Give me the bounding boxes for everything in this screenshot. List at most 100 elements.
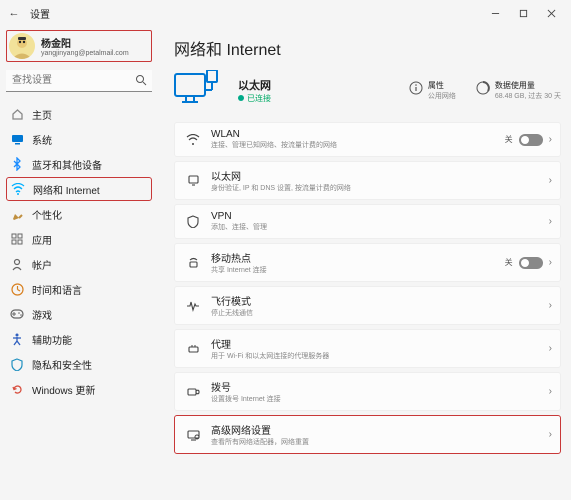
card-icon bbox=[185, 298, 201, 314]
sidebar-item-home[interactable]: 主页 bbox=[6, 102, 152, 126]
card-sub: 用于 Wi-Fi 和以太网连接的代理服务器 bbox=[211, 351, 539, 361]
user-profile[interactable]: 杨金阳 yangjinyang@petalmail.com bbox=[6, 30, 152, 62]
card-icon bbox=[185, 341, 201, 357]
system-icon bbox=[10, 132, 24, 146]
user-name: 杨金阳 bbox=[41, 35, 129, 50]
properties-link[interactable]: 属性公用网络 bbox=[409, 80, 456, 101]
nav-label: 隐私和安全性 bbox=[32, 357, 92, 372]
card-sub: 停止无线通信 bbox=[211, 308, 539, 318]
status-title: 以太网 bbox=[238, 77, 271, 93]
chevron-right-icon: › bbox=[549, 257, 552, 268]
sidebar-item-gaming[interactable]: 游戏 bbox=[6, 302, 152, 326]
connection-status: 以太网 已连接 属性公用网络 数据使用量68.48 GB, 过去 30 天 bbox=[174, 70, 561, 110]
sidebar: 杨金阳 yangjinyang@petalmail.com 主页系统蓝牙和其他设… bbox=[0, 26, 158, 500]
nav-label: 个性化 bbox=[32, 207, 62, 222]
sidebar-item-accounts[interactable]: 帐户 bbox=[6, 252, 152, 276]
nav-label: 网络和 Internet bbox=[33, 182, 100, 197]
chevron-right-icon: › bbox=[549, 429, 552, 440]
close-button[interactable] bbox=[537, 0, 565, 26]
user-email: yangjinyang@petalmail.com bbox=[41, 50, 129, 57]
nav-label: 蓝牙和其他设备 bbox=[32, 157, 102, 172]
card-title: 移动热点 bbox=[211, 250, 495, 265]
toggle-switch[interactable] bbox=[519, 257, 543, 269]
chevron-right-icon: › bbox=[549, 343, 552, 354]
nav-label: Windows 更新 bbox=[32, 382, 95, 397]
nav-label: 主页 bbox=[32, 107, 52, 122]
toggle-label: 关 bbox=[505, 257, 513, 268]
page-heading: 网络和 Internet bbox=[174, 36, 561, 60]
card-title: 拨号 bbox=[211, 379, 539, 394]
setting-card-6[interactable]: 拨号设置拨号 Internet 连接 › bbox=[174, 372, 561, 411]
sidebar-item-bluetooth[interactable]: 蓝牙和其他设备 bbox=[6, 152, 152, 176]
card-sub: 查看所有网络适配器，网络重置 bbox=[211, 437, 539, 447]
card-icon bbox=[185, 255, 201, 271]
card-sub: 连接、管理已知网络、按流量计费的网络 bbox=[211, 140, 495, 150]
card-icon bbox=[185, 214, 201, 230]
gaming-icon bbox=[10, 307, 24, 321]
sidebar-item-time[interactable]: 时间和语言 bbox=[6, 277, 152, 301]
setting-card-5[interactable]: 代理用于 Wi-Fi 和以太网连接的代理服务器› bbox=[174, 329, 561, 368]
nav-label: 辅助功能 bbox=[32, 332, 72, 347]
time-icon bbox=[10, 282, 24, 296]
setting-card-7[interactable]: 高级网络设置查看所有网络适配器，网络重置 › bbox=[174, 415, 561, 454]
window-title: 设置 bbox=[30, 6, 50, 21]
card-sub: 设置拨号 Internet 连接 bbox=[211, 394, 539, 404]
sidebar-item-update[interactable]: Windows 更新 bbox=[6, 377, 152, 401]
chevron-right-icon: › bbox=[549, 386, 552, 397]
card-title: 飞行模式 bbox=[211, 293, 539, 308]
info-icon bbox=[409, 81, 423, 95]
setting-card-1[interactable]: 以太网身份验证, IP 和 DNS 设置, 按流量计费的网络 › bbox=[174, 161, 561, 200]
avatar bbox=[9, 33, 35, 59]
card-title: 高级网络设置 bbox=[211, 422, 539, 437]
accessibility-icon bbox=[10, 332, 24, 346]
setting-card-0[interactable]: WLAN连接、管理已知网络、按流量计费的网络关 › bbox=[174, 122, 561, 157]
maximize-button[interactable] bbox=[509, 0, 537, 26]
search-input[interactable] bbox=[6, 70, 152, 92]
chevron-right-icon: › bbox=[549, 175, 552, 186]
sidebar-item-system[interactable]: 系统 bbox=[6, 127, 152, 151]
card-icon bbox=[185, 173, 201, 189]
nav-label: 系统 bbox=[32, 132, 52, 147]
nav-label: 帐户 bbox=[32, 257, 52, 272]
search-box[interactable] bbox=[6, 70, 152, 92]
card-title: WLAN bbox=[211, 129, 495, 140]
home-icon bbox=[10, 107, 24, 121]
chevron-right-icon: › bbox=[549, 216, 552, 227]
content-area: 网络和 Internet 以太网 已连接 属性公用网络 数据使用量68.48 G… bbox=[158, 26, 571, 500]
toggle-label: 关 bbox=[505, 134, 513, 145]
setting-card-2[interactable]: VPN添加、连接、管理 › bbox=[174, 204, 561, 239]
card-sub: 共享 Internet 连接 bbox=[211, 265, 495, 275]
minimize-button[interactable] bbox=[481, 0, 509, 26]
update-icon bbox=[10, 382, 24, 396]
toggle-switch[interactable] bbox=[519, 134, 543, 146]
card-icon bbox=[185, 384, 201, 400]
settings-list: WLAN连接、管理已知网络、按流量计费的网络关›以太网身份验证, IP 和 DN… bbox=[174, 122, 561, 454]
sidebar-item-privacy[interactable]: 隐私和安全性 bbox=[6, 352, 152, 376]
privacy-icon bbox=[10, 357, 24, 371]
setting-card-3[interactable]: 移动热点共享 Internet 连接关 › bbox=[174, 243, 561, 282]
apps-icon bbox=[10, 232, 24, 246]
data-usage-link[interactable]: 数据使用量68.48 GB, 过去 30 天 bbox=[476, 80, 561, 101]
card-sub: 身份验证, IP 和 DNS 设置, 按流量计费的网络 bbox=[211, 183, 539, 193]
sidebar-item-personalize[interactable]: 个性化 bbox=[6, 202, 152, 226]
card-sub: 添加、连接、管理 bbox=[211, 222, 539, 232]
back-button[interactable]: ← bbox=[6, 7, 22, 19]
card-title: 以太网 bbox=[211, 168, 539, 183]
nav-list: 主页系统蓝牙和其他设备网络和 Internet 个性化应用帐户时间和语言游戏辅助功… bbox=[6, 102, 152, 401]
card-icon bbox=[185, 427, 201, 443]
status-sub: 已连接 bbox=[238, 93, 271, 104]
accounts-icon bbox=[10, 257, 24, 271]
sidebar-item-network[interactable]: 网络和 Internet bbox=[6, 177, 152, 201]
data-usage-icon bbox=[476, 81, 490, 95]
setting-card-4[interactable]: 飞行模式停止无线通信› bbox=[174, 286, 561, 325]
bluetooth-icon bbox=[10, 157, 24, 171]
sidebar-item-accessibility[interactable]: 辅助功能 bbox=[6, 327, 152, 351]
nav-label: 时间和语言 bbox=[32, 282, 82, 297]
search-icon bbox=[135, 74, 147, 89]
sidebar-item-apps[interactable]: 应用 bbox=[6, 227, 152, 251]
card-title: VPN bbox=[211, 211, 539, 222]
chevron-right-icon: › bbox=[549, 134, 552, 145]
network-icon bbox=[11, 182, 25, 196]
card-icon bbox=[185, 132, 201, 148]
nav-label: 应用 bbox=[32, 232, 52, 247]
